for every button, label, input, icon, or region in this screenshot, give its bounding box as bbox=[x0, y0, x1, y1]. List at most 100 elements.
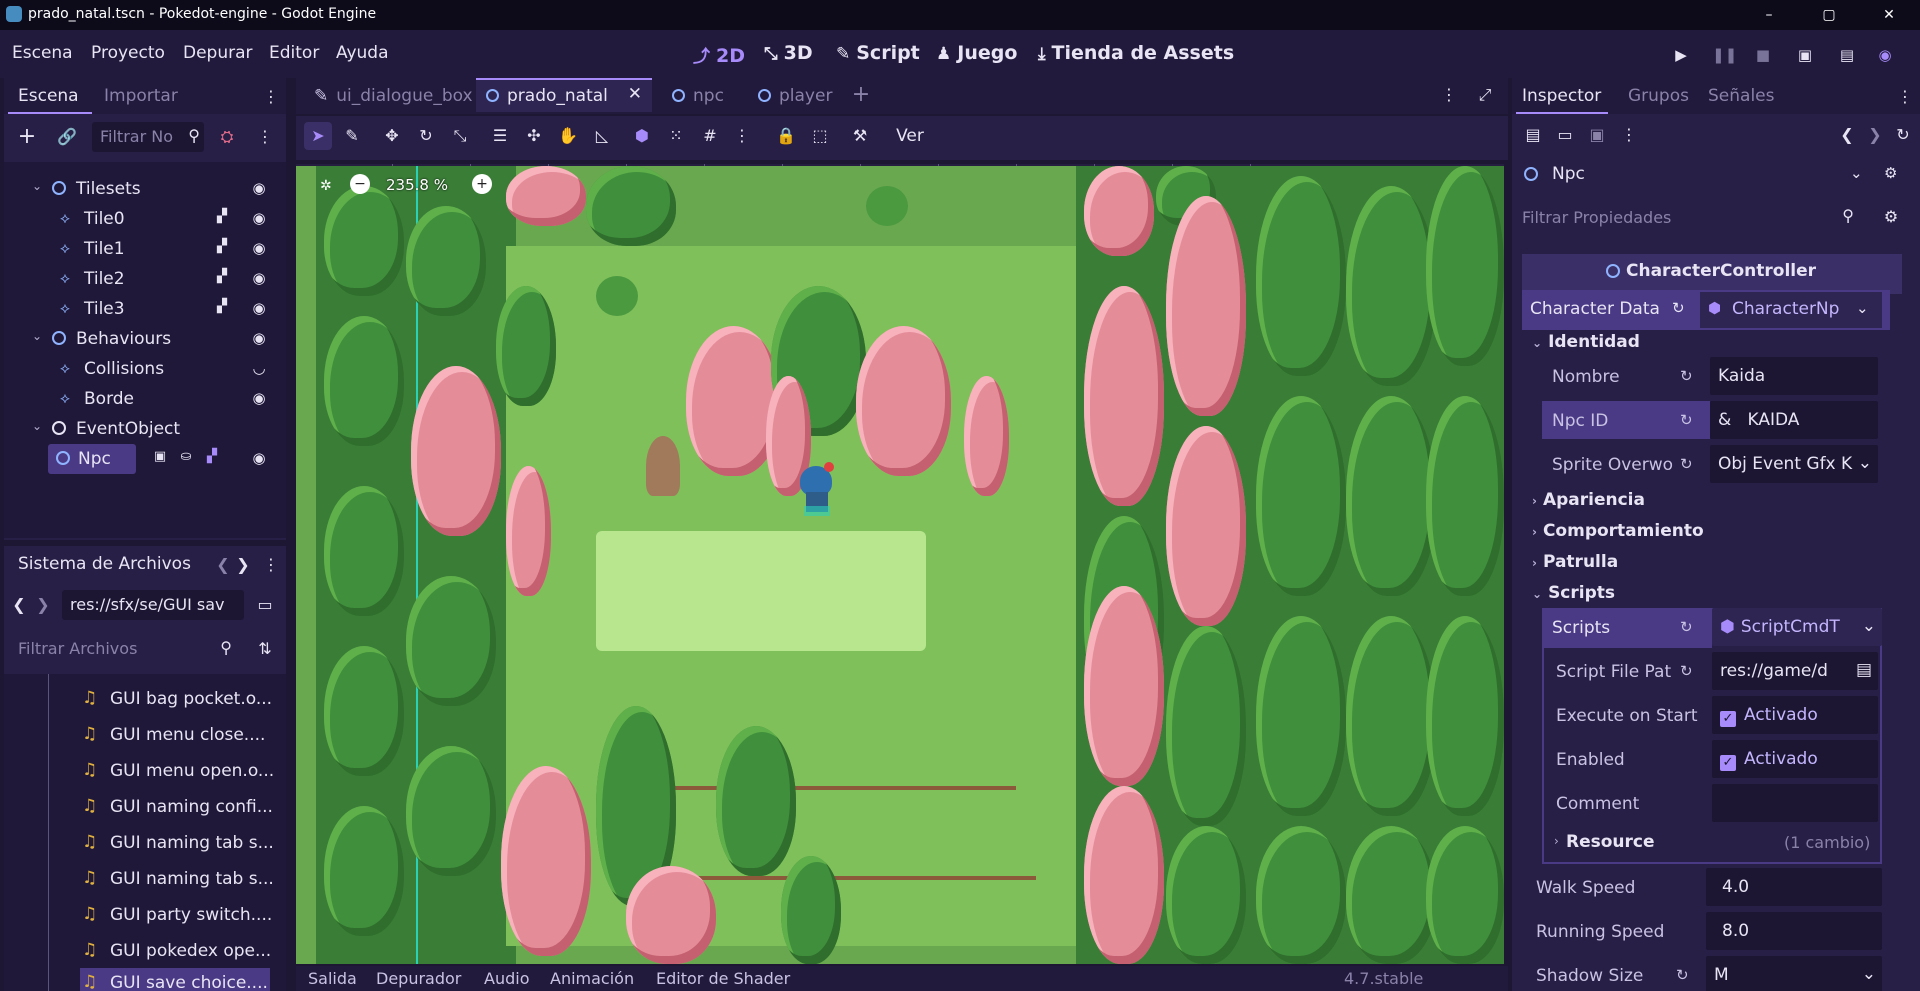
tile-layer-icon[interactable]: ▞ bbox=[214, 299, 230, 317]
close-window-button[interactable]: ✕ bbox=[1866, 0, 1912, 30]
inspector-options-icon[interactable]: ⋮ bbox=[1616, 122, 1642, 148]
shadow-size-dropdown[interactable]: M ⌄ bbox=[1706, 956, 1882, 991]
visibility-eye-icon[interactable]: ◉ bbox=[250, 179, 268, 197]
main-screen-2d[interactable]: ⤴ 2D bbox=[693, 42, 745, 67]
menu-escena[interactable]: Escena bbox=[12, 43, 73, 63]
file-item[interactable]: ♫ GUI menu close.... bbox=[24, 720, 274, 750]
revert-icon[interactable]: ↻ bbox=[1680, 618, 1693, 636]
tabs-menu-icon[interactable]: ⋮ bbox=[1436, 82, 1462, 108]
play-icon[interactable]: ▶ bbox=[1670, 44, 1692, 66]
nav-back-icon[interactable]: ❮ bbox=[214, 552, 232, 578]
save-icon[interactable]: ▣ bbox=[1584, 122, 1610, 148]
file-item[interactable]: ♫ GUI menu open.o... bbox=[24, 756, 274, 786]
move-tool-icon[interactable]: ✥ bbox=[378, 122, 406, 150]
visibility-eye-icon[interactable]: ◉ bbox=[250, 269, 268, 287]
visibility-eye-icon[interactable]: ◉ bbox=[250, 209, 268, 227]
revert-icon[interactable]: ↻ bbox=[1680, 662, 1693, 680]
paint-tool-icon[interactable]: ✎ bbox=[338, 122, 366, 150]
grid-snap-icon[interactable]: # bbox=[696, 122, 724, 150]
split-view-icon[interactable]: ▭ bbox=[252, 592, 278, 618]
history-back-icon[interactable]: ❮ bbox=[1834, 122, 1860, 148]
scripts-dropdown[interactable]: ⬢ ScriptCmdT ⌄ bbox=[1712, 608, 1882, 646]
npc-sprite[interactable] bbox=[796, 462, 836, 516]
pause-icon[interactable]: ❚❚ bbox=[1712, 44, 1737, 66]
sort-icon[interactable]: ⇅ bbox=[252, 636, 278, 662]
section-comportamiento[interactable]: › Comportamiento bbox=[1532, 521, 1704, 541]
zoom-out-button[interactable]: − bbox=[350, 174, 370, 194]
section-scripts[interactable]: ⌄ Scripts bbox=[1532, 583, 1615, 603]
list-select-icon[interactable]: ☰ bbox=[486, 122, 514, 150]
tab-senales[interactable]: Señales bbox=[1708, 86, 1774, 106]
close-tab-icon[interactable]: ✕ bbox=[628, 84, 642, 104]
main-screen-asset-store[interactable]: ⤓ Tienda de Assets bbox=[1038, 42, 1234, 64]
tab-prado-natal[interactable]: prado_natal ✕ bbox=[476, 78, 652, 112]
tree-node-tile3[interactable]: ⟡ Tile3 ▞ ◉ bbox=[4, 294, 274, 324]
expand-arrow-icon[interactable]: ⌄ bbox=[32, 419, 42, 433]
file-item[interactable]: ♫ GUI naming tab s... bbox=[24, 864, 274, 894]
menu-editor[interactable]: Editor bbox=[269, 43, 319, 63]
expand-arrow-icon[interactable]: ⌄ bbox=[32, 179, 42, 193]
scene-filter-input[interactable]: Filtrar No ⚲ bbox=[92, 122, 204, 152]
menu-depurar[interactable]: Depurar bbox=[183, 43, 253, 63]
tile-layer-icon[interactable]: ▞ bbox=[214, 209, 230, 227]
tile-layer-icon[interactable]: ▞ bbox=[214, 269, 230, 287]
tab-npc[interactable]: npc bbox=[662, 78, 734, 112]
nav-forward-icon[interactable]: ❯ bbox=[234, 552, 252, 578]
link-icon[interactable]: 🔗 bbox=[54, 124, 80, 150]
rotate-tool-icon[interactable]: ↻ bbox=[412, 122, 440, 150]
select-tool-icon[interactable]: ➤ bbox=[304, 122, 332, 150]
signals-icon[interactable]: ⛀ bbox=[178, 449, 194, 467]
sprite-dropdown[interactable]: Obj Event Gfx K ⌄ bbox=[1710, 445, 1878, 483]
visibility-eye-icon[interactable]: ◉ bbox=[250, 329, 268, 347]
path-input[interactable]: res://sfx/se/GUI sav bbox=[62, 590, 244, 620]
history-forward-icon[interactable]: ❯ bbox=[34, 592, 52, 618]
hidden-eye-icon[interactable]: ◡ bbox=[250, 359, 268, 377]
main-screen-3d[interactable]: ⤡ 3D bbox=[764, 42, 813, 64]
tab-audio[interactable]: Audio bbox=[484, 969, 529, 988]
tree-node-borde[interactable]: ⟡ Borde ◉ bbox=[4, 384, 274, 414]
distraction-free-icon[interactable]: ⤢ bbox=[1472, 82, 1498, 108]
script-file-input[interactable]: res://game/d ▤ bbox=[1712, 652, 1878, 690]
group-icon[interactable]: ⬚ bbox=[806, 122, 834, 150]
tab-animacion[interactable]: Animación bbox=[550, 969, 634, 988]
comment-input[interactable] bbox=[1712, 784, 1878, 822]
tab-ui-dialogue-box[interactable]: ✎ ui_dialogue_box bbox=[304, 78, 483, 112]
character-data-row[interactable]: Character Data ↻ ⬢ CharacterNp ⌄ bbox=[1522, 290, 1890, 330]
pivot-tool-icon[interactable]: ✣ bbox=[520, 122, 548, 150]
smart-snap-icon[interactable]: ⬢ bbox=[628, 122, 656, 150]
lock-icon[interactable]: 🔒 bbox=[772, 122, 800, 150]
revert-icon[interactable]: ↻ bbox=[1680, 455, 1693, 473]
main-screen-script[interactable]: ✎ Script bbox=[836, 42, 920, 64]
visibility-eye-icon[interactable]: ◉ bbox=[250, 299, 268, 317]
file-item[interactable]: ♫ GUI pokedex ope... bbox=[24, 936, 274, 966]
tab-inspector[interactable]: Inspector bbox=[1522, 86, 1601, 106]
minimize-button[interactable]: – bbox=[1746, 0, 1792, 30]
tree-node-tile1[interactable]: ⟡ Tile1 ▞ ◉ bbox=[4, 234, 274, 264]
snap-options-icon[interactable]: ⁙ bbox=[662, 122, 690, 150]
scale-tool-icon[interactable]: ⤡ bbox=[446, 122, 474, 150]
file-item-selected[interactable]: ♫ GUI save choice.... bbox=[80, 968, 270, 991]
revert-icon[interactable]: ↻ bbox=[1680, 367, 1693, 385]
tab-importar[interactable]: Importar bbox=[104, 86, 178, 106]
nombre-input[interactable]: Kaida bbox=[1710, 357, 1878, 395]
node-selector[interactable]: Npc ⌄ ⚙ bbox=[1520, 160, 1912, 190]
canvas-viewport[interactable]: ✲ − 235.8 % + bbox=[296, 166, 1504, 964]
visibility-eye-icon[interactable]: ◉ bbox=[250, 239, 268, 257]
revert-icon[interactable]: ↻ bbox=[1676, 966, 1689, 984]
dock-menu-icon[interactable]: ⋮ bbox=[258, 84, 284, 110]
dock-menu-icon[interactable]: ⋮ bbox=[1892, 84, 1918, 110]
history-forward-icon[interactable]: ❯ bbox=[1862, 122, 1888, 148]
pan-tool-icon[interactable]: ✋ bbox=[554, 122, 582, 150]
section-apariencia[interactable]: › Apariencia bbox=[1532, 490, 1645, 510]
tree-node-eventobject[interactable]: ⌄ EventObject bbox=[4, 414, 274, 444]
expand-arrow-icon[interactable]: ⌄ bbox=[32, 329, 42, 343]
files-filter-input[interactable]: Filtrar Archivos ⚲ bbox=[10, 634, 240, 664]
tab-grupos[interactable]: Grupos bbox=[1628, 86, 1689, 106]
node-tools-icon[interactable]: ⚙ bbox=[1884, 164, 1897, 182]
scene-instance-icon[interactable]: ▣ bbox=[152, 449, 168, 467]
history-back-icon[interactable]: ❮ bbox=[10, 592, 28, 618]
tab-editor-shader[interactable]: Editor de Shader bbox=[656, 969, 790, 988]
main-screen-juego[interactable]: ♟ Juego bbox=[936, 42, 1017, 64]
ruler-tool-icon[interactable]: ◺ bbox=[588, 122, 616, 150]
script-filter-icon[interactable]: ⛭ bbox=[214, 124, 240, 150]
